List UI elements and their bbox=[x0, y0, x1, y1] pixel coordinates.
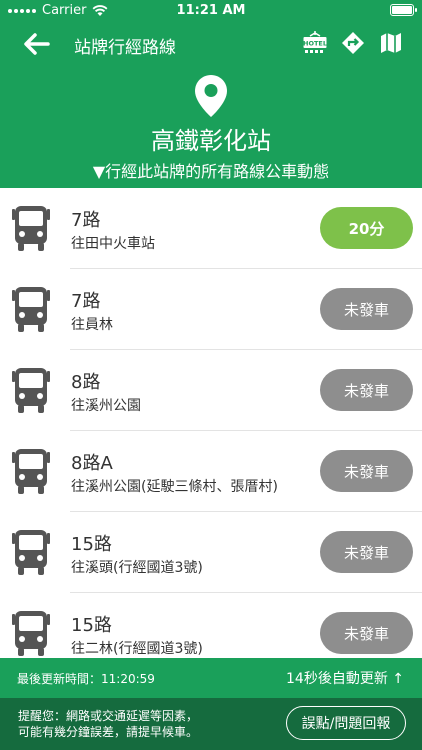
route-name: 8路 bbox=[71, 372, 101, 393]
route-destination: 往二林(行經國道3號) bbox=[71, 641, 203, 657]
route-row[interactable]: 8路 往溪州公園 未發車 bbox=[0, 350, 422, 431]
nav-bar: 站牌行經路線 HOTEL bbox=[0, 26, 422, 62]
route-row[interactable]: 7路 往田中火車站 20分 bbox=[0, 188, 422, 269]
notice-bar: 提醒您：網路或交通延遲等因素， 可能有幾分鐘誤差，請提早候車。 誤點/問題回報 bbox=[0, 698, 422, 750]
map-button[interactable] bbox=[378, 29, 404, 57]
bus-icon bbox=[12, 530, 50, 575]
nav-title: 站牌行經路線 bbox=[74, 38, 176, 58]
hotel-button[interactable]: HOTEL bbox=[302, 29, 328, 57]
last-update-time: 最後更新時間：11:20:59 bbox=[17, 672, 155, 686]
report-problem-button[interactable]: 誤點/問題回報 bbox=[286, 706, 406, 740]
route-destination: 往溪州公園(延駛三條村、張厝村) bbox=[71, 479, 278, 495]
route-name: 15路 bbox=[71, 615, 112, 636]
bus-icon bbox=[12, 368, 50, 413]
auto-refresh-countdown[interactable]: 14秒後自動更新 ↑ bbox=[286, 668, 404, 688]
route-destination: 往溪州公園 bbox=[71, 398, 141, 414]
eta-badge[interactable]: 未發車 bbox=[320, 612, 413, 654]
update-bar: 最後更新時間：11:20:59 14秒後自動更新 ↑ bbox=[0, 658, 422, 698]
location-pin-icon bbox=[195, 75, 227, 117]
station-subtitle: ▼行經此站牌的所有路線公車動態 bbox=[92, 162, 330, 181]
route-row[interactable]: 15路 往二林(行經國道3號) 未發車 bbox=[0, 593, 422, 658]
status-time: 11:21 AM bbox=[176, 3, 246, 18]
route-list: 7路 往田中火車站 20分 7路 往員林 未發車 8路 往溪州公園 未發車 8路… bbox=[0, 188, 422, 658]
eta-badge[interactable]: 20分 bbox=[320, 207, 413, 249]
hotel-icon: HOTEL bbox=[303, 31, 327, 53]
route-destination: 往田中火車站 bbox=[71, 236, 155, 252]
route-name: 8路A bbox=[71, 453, 113, 474]
route-row[interactable]: 8路A 往溪州公園(延駛三條村、張厝村) 未發車 bbox=[0, 431, 422, 512]
bus-icon bbox=[12, 287, 50, 332]
route-name: 7路 bbox=[71, 291, 101, 312]
status-bar: Carrier 11:21 AM bbox=[0, 0, 422, 22]
eta-badge[interactable]: 未發車 bbox=[320, 288, 413, 330]
battery-icon bbox=[390, 4, 417, 16]
header: Carrier 11:21 AM 站牌行經路線 HOTEL 高鐵彰化站 ▼行經此… bbox=[0, 0, 422, 188]
map-icon bbox=[381, 33, 401, 53]
route-row[interactable]: 7路 往員林 未發車 bbox=[0, 269, 422, 350]
directions-button[interactable] bbox=[340, 29, 366, 57]
station-name: 高鐵彰化站 bbox=[151, 127, 271, 155]
bus-icon bbox=[12, 611, 50, 656]
notice-line-1: 提醒您：網路或交通延遲等因素， bbox=[18, 709, 199, 723]
hotel-label: HOTEL bbox=[303, 40, 327, 48]
route-destination: 往員林 bbox=[71, 317, 113, 333]
eta-badge[interactable]: 未發車 bbox=[320, 531, 413, 573]
bus-icon bbox=[12, 449, 50, 494]
notice-line-2: 可能有幾分鐘誤差，請提早候車。 bbox=[18, 725, 199, 739]
directions-icon bbox=[342, 32, 364, 54]
notice-text: 提醒您：網路或交通延遲等因素， 可能有幾分鐘誤差，請提早候車。 bbox=[18, 708, 198, 740]
eta-badge[interactable]: 未發車 bbox=[320, 450, 413, 492]
route-row[interactable]: 15路 往溪頭(行經國道3號) 未發車 bbox=[0, 512, 422, 593]
back-arrow-icon[interactable] bbox=[20, 28, 52, 60]
bus-icon bbox=[12, 206, 50, 251]
route-name: 7路 bbox=[71, 210, 101, 231]
route-destination: 往溪頭(行經國道3號) bbox=[71, 560, 203, 576]
eta-badge[interactable]: 未發車 bbox=[320, 369, 413, 411]
route-name: 15路 bbox=[71, 534, 112, 555]
nav-actions: HOTEL bbox=[302, 29, 404, 57]
